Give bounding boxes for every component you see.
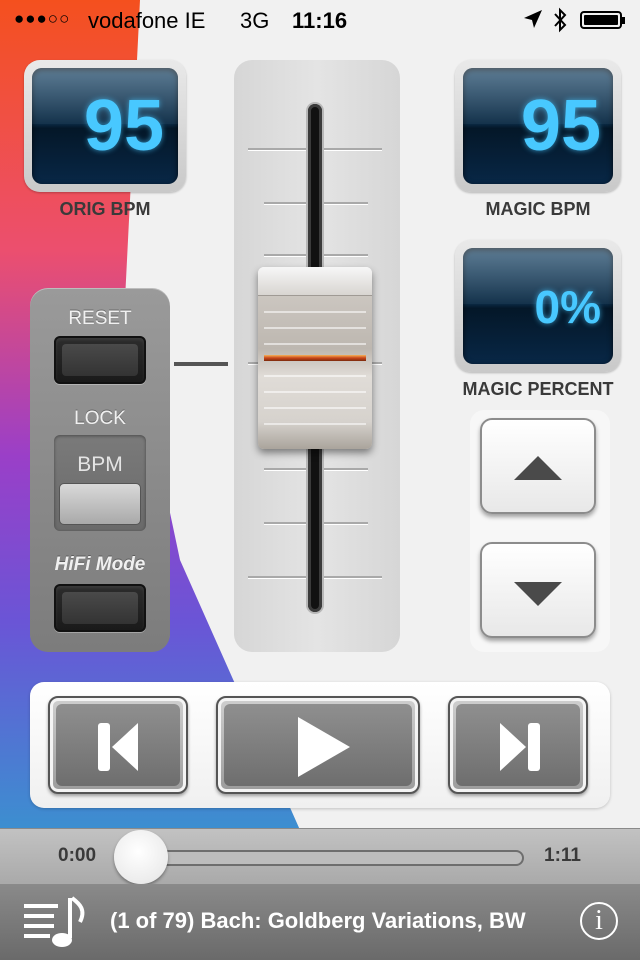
carrier-name: vodafone IE (88, 8, 206, 33)
current-time: 0:00 (58, 845, 97, 866)
bpm-lock-button[interactable] (59, 483, 141, 525)
skip-previous-icon (98, 723, 138, 771)
magic-percent-label: MAGIC PERCENT (462, 379, 614, 399)
track-title[interactable]: (1 of 79) Bach: Goldberg Variations, BW (110, 908, 546, 934)
magic-bpm-value: 95 (520, 86, 601, 166)
bpm-lock-toggle[interactable]: BPM (54, 435, 146, 531)
orig-bpm-frame: 95 (24, 60, 186, 192)
status-bar: ●●●○○ vodafone IE 3G 11:16 (0, 0, 640, 40)
music-library-icon[interactable] (22, 896, 88, 948)
triangle-up-icon (514, 456, 562, 480)
lock-label: LOCK (74, 408, 126, 429)
fader-knob[interactable] (258, 267, 372, 449)
reset-label: RESET (68, 308, 132, 329)
status-time: 11:16 (292, 8, 348, 33)
next-track-button[interactable] (448, 696, 588, 794)
progress-thumb[interactable] (114, 830, 168, 884)
magic-bpm-frame: 95 (455, 60, 621, 192)
tempo-fader[interactable] (234, 60, 400, 652)
hifi-mode-button[interactable] (54, 584, 146, 632)
increase-button[interactable] (480, 418, 596, 514)
bpm-lock-label: BPM (77, 453, 123, 476)
playback-scrubber: 0:00 1:11 (0, 828, 640, 885)
transport-controls (30, 682, 610, 808)
skip-next-icon (500, 723, 540, 771)
magic-percent-frame: 0% (455, 240, 621, 372)
total-time: 1:11 (544, 845, 581, 866)
control-panel: RESET LOCK BPM HiFi Mode (30, 288, 170, 652)
info-icon[interactable]: i (580, 902, 618, 940)
magic-percent-display: 0% (463, 248, 613, 364)
percent-adjust-panel (470, 410, 610, 652)
orig-bpm-label: ORIG BPM (59, 199, 151, 219)
network-type: 3G (240, 8, 270, 33)
panel-connector (174, 362, 228, 366)
decrease-button[interactable] (480, 542, 596, 638)
reset-button[interactable] (54, 336, 146, 384)
magic-bpm-display: 95 (463, 68, 613, 184)
previous-track-button[interactable] (48, 696, 188, 794)
orig-bpm-value: 95 (83, 86, 164, 166)
magic-bpm-label: MAGIC BPM (485, 199, 591, 219)
fader-marker (264, 355, 366, 361)
signal-dots-icon: ●●●○○ (14, 9, 71, 28)
play-button[interactable] (216, 696, 420, 794)
bluetooth-icon (554, 7, 567, 33)
magic-percent-value: 0% (534, 281, 601, 333)
now-playing-bar: (1 of 79) Bach: Goldberg Variations, BW … (0, 884, 640, 960)
hifi-mode-label: HiFi Mode (54, 554, 146, 575)
progress-track[interactable] (146, 850, 524, 866)
location-arrow-icon (524, 10, 542, 28)
battery-icon (580, 11, 625, 29)
play-icon (298, 717, 350, 777)
orig-bpm-display: 95 (32, 68, 178, 184)
triangle-down-icon (514, 582, 562, 606)
